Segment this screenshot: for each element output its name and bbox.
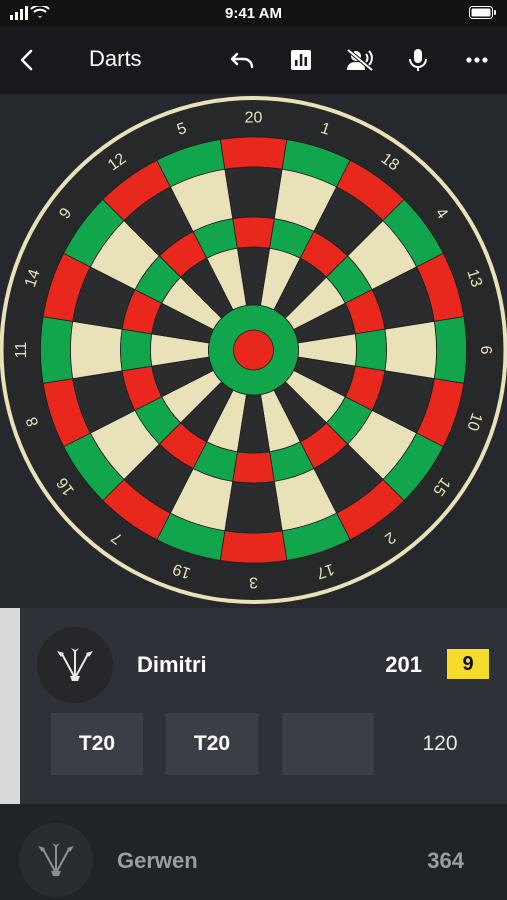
dart-throw-1[interactable]: T20 [51,713,143,775]
double-20[interactable] [219,136,288,170]
player-avatar [19,823,93,897]
triple-11[interactable] [120,328,153,372]
board-number-20: 20 [245,110,263,127]
more-icon [466,57,488,63]
battery-icon [469,6,497,24]
outer-single-20[interactable] [224,166,283,220]
next-player-panel[interactable]: Gerwen 364 [0,804,507,900]
bullseye[interactable] [233,329,274,371]
page-title: Darts [89,46,142,71]
voice-off-button[interactable] [340,40,380,80]
triple-20[interactable] [232,216,275,249]
status-time: 9:41 AM [225,5,282,22]
outer-single-11[interactable] [70,320,123,380]
player-score: 364 [427,848,464,873]
darts-remaining-badge: 9 [447,649,489,679]
undo-button[interactable] [222,40,262,80]
board-number-11: 11 [13,342,30,359]
more-button[interactable] [457,40,497,80]
dart-throw-2[interactable]: T20 [166,713,258,775]
back-button[interactable] [8,40,48,80]
microphone-icon [409,49,427,71]
outer-single-3[interactable] [224,480,283,534]
nav-bar: Darts [0,26,507,94]
triple-6[interactable] [354,328,387,372]
turn-total: 120 [422,732,458,755]
double-11[interactable] [40,316,74,384]
darts-icon [57,648,93,681]
player-score: 201 [385,652,422,677]
board-number-6: 6 [477,346,494,355]
dartboard[interactable]: 2011841361015217319716811149125 [0,94,507,608]
board-number-3: 3 [249,574,258,591]
active-indicator [0,608,20,804]
microphone-button[interactable] [398,40,438,80]
player-name: Gerwen [117,848,198,873]
player-name: Dimitri [137,652,207,677]
active-player-panel[interactable]: Dimitri 201 9 T20 T20 120 [0,608,507,804]
double-3[interactable] [219,530,288,564]
outer-single-6[interactable] [384,320,437,380]
voice-off-icon [346,48,374,72]
stats-icon [291,50,311,70]
board-area: 20 1 18 4 13 6 10 15 2 17 3 19 7 16 8 11 14 9 12 5 [0,94,507,608]
triple-3[interactable] [232,451,275,484]
back-icon [20,49,33,71]
player-avatar [37,627,113,703]
darts-icon [38,843,74,876]
double-6[interactable] [433,316,467,384]
dart-throw-3[interactable] [282,713,374,775]
status-bar: 9:41 AM [0,0,507,26]
undo-icon [230,52,254,69]
stats-button[interactable] [281,40,321,80]
